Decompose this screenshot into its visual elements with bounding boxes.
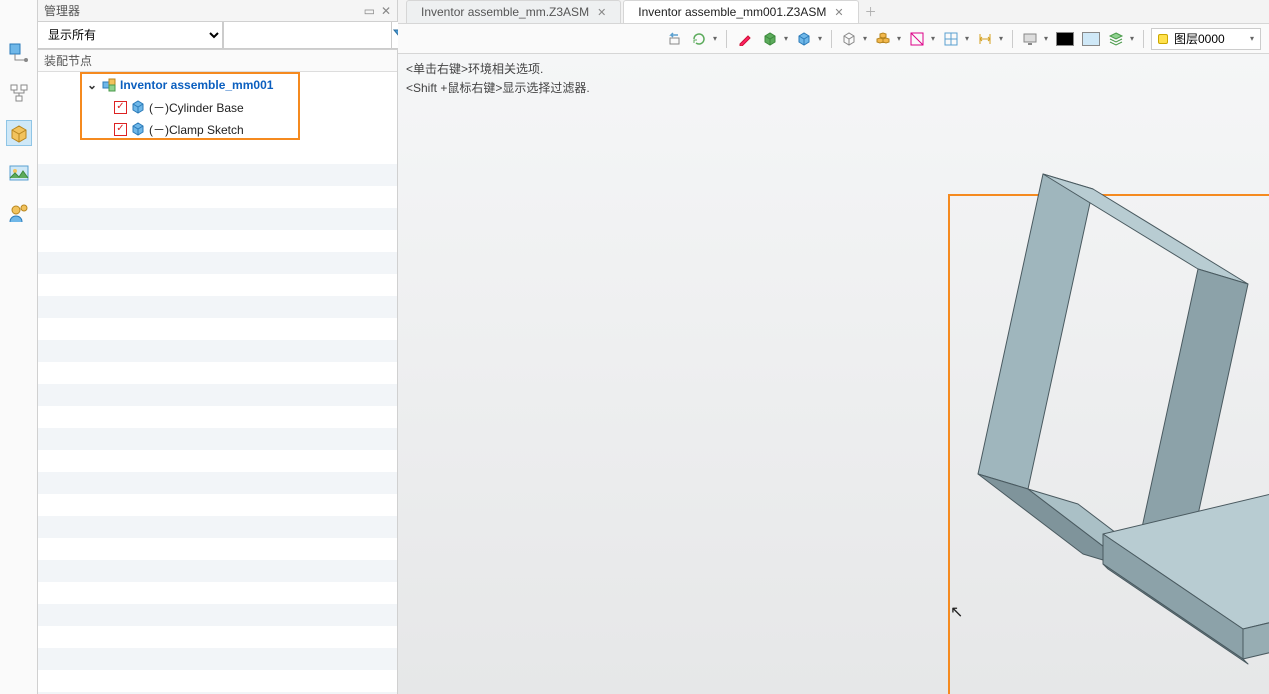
separator [1143,30,1144,48]
tab-inventor-assemble-mm001[interactable]: Inventor assemble_mm001.Z3ASM ✕ [623,0,858,23]
grid-icon[interactable] [941,28,971,50]
tab-add-button[interactable]: ＋ [861,0,881,23]
assembly-icon [102,78,116,92]
part-icon [131,100,145,114]
wireframe-cube-icon[interactable] [839,28,869,50]
honeycomb-icon[interactable] [873,28,903,50]
layers-icon[interactable] [1106,28,1136,50]
main-area: Inventor assemble_mm.Z3ASM ✕ Inventor as… [398,0,1269,694]
panel-min-icon[interactable]: ▭ [364,4,375,18]
assembly-tree: ⌄ Inventor assemble_mm001 ✓ (－)Cylinder … [38,72,397,142]
panel-close-icon[interactable]: ✕ [381,4,391,18]
filter-input[interactable] [223,22,392,49]
image-icon[interactable] [6,160,32,186]
side-icon-bar [0,0,38,694]
tab-inventor-assemble-mm[interactable]: Inventor assemble_mm.Z3ASM ✕ [406,0,621,23]
tree-empty-area [38,142,397,694]
separator [726,30,727,48]
checkbox-icon[interactable]: ✓ [114,101,127,114]
separator [831,30,832,48]
tree-item-label: (－)Clamp Sketch [149,121,244,138]
section-view-icon[interactable] [907,28,937,50]
panel-title: 管理器 [44,2,80,19]
document-tabs: Inventor assemble_mm.Z3ASM ✕ Inventor as… [398,0,1269,24]
color-blue-swatch[interactable] [1080,28,1102,50]
tree-root[interactable]: ⌄ Inventor assemble_mm001 [38,74,397,96]
panel-header: 管理器 ▭ ✕ [38,0,397,22]
package-icon[interactable] [6,120,32,146]
display-filter-select[interactable]: 显示所有 [38,22,223,49]
dimension-icon[interactable] [975,28,1005,50]
section-header: 装配节点 [38,50,397,72]
assembly-tree-icon[interactable] [6,40,32,66]
layer-lightbulb-icon [1158,34,1168,44]
hierarchy-icon[interactable] [6,80,32,106]
tab-label: Inventor assemble_mm001.Z3ASM [638,5,826,19]
viewport-3d[interactable]: <单击右键>环境相关选项. <Shift +鼠标右键>显示选择过滤器. [398,54,1269,694]
tree-item-cylinder-base[interactable]: ✓ (－)Cylinder Base [38,96,397,118]
layer-selector[interactable]: 图层0000 [1151,28,1261,50]
checkbox-icon[interactable]: ✓ [114,123,127,136]
edit-icon[interactable] [734,28,756,50]
separator [1012,30,1013,48]
tab-close-icon[interactable]: ✕ [597,6,606,19]
filter-row: 显示所有 [38,22,397,50]
tab-close-icon[interactable]: ✕ [834,6,843,19]
model-render: Z X [828,154,1269,694]
cursor-icon: ↖ [950,602,963,622]
viewport-hint: <单击右键>环境相关选项. <Shift +鼠标右键>显示选择过滤器. [406,60,590,98]
expand-icon[interactable]: ⌄ [86,78,98,92]
tree-item-label: (－)Cylinder Base [149,99,244,116]
monitor-icon[interactable] [1020,28,1050,50]
color-black-swatch[interactable] [1054,28,1076,50]
shaded-cube-icon[interactable] [794,28,824,50]
tree-item-clamp-sketch[interactable]: ✓ (－)Clamp Sketch [38,118,397,140]
layer-label: 图层0000 [1174,30,1225,47]
regen-icon[interactable] [689,28,719,50]
part-icon [131,122,145,136]
tree-root-label: Inventor assemble_mm001 [120,78,273,92]
manager-panel: 管理器 ▭ ✕ 显示所有 装配节点 ⌄ Inventor assemble_mm… [38,0,398,694]
solid-cube-icon[interactable] [760,28,790,50]
view-toolbar: 图层0000 [398,24,1269,54]
undo-view-icon[interactable] [663,28,685,50]
users-icon[interactable] [6,200,32,226]
tab-label: Inventor assemble_mm.Z3ASM [421,5,589,19]
